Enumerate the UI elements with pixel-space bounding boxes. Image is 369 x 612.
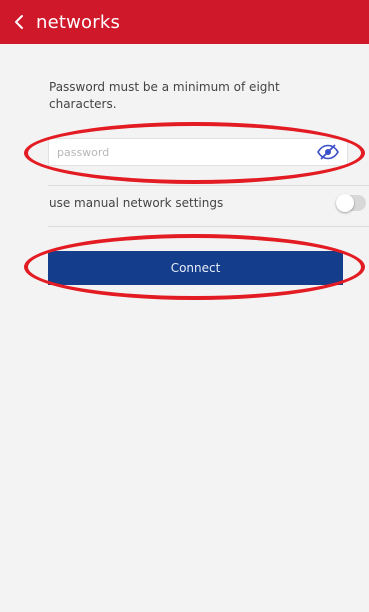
eye-slash-icon[interactable] [317,144,339,160]
manual-network-settings-toggle[interactable] [336,194,366,212]
connect-button[interactable]: Connect [48,251,343,285]
chevron-left-icon[interactable] [14,12,28,32]
password-requirement-text: Password must be a minimum of eight char… [49,80,280,111]
password-input[interactable] [57,139,307,165]
password-field[interactable] [48,138,348,166]
page-title: networks [36,11,121,33]
divider [48,185,369,186]
manual-network-settings-label: use manual network settings [49,196,224,210]
toggle-knob [336,194,354,212]
divider [48,226,369,227]
app-header: networks [0,0,369,44]
